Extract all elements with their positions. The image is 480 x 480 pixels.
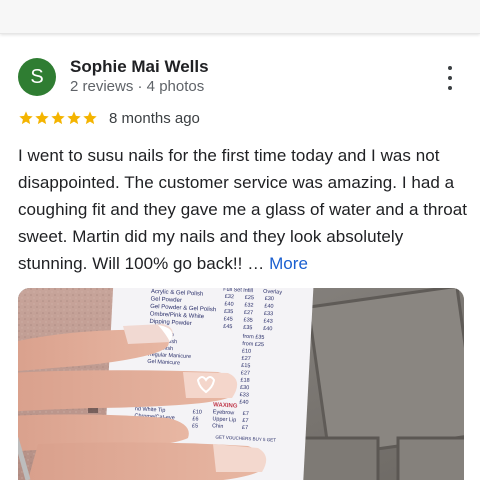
floor-tile (396, 436, 464, 480)
star-icon (67, 111, 81, 125)
menu-price: £40 (263, 326, 272, 332)
star-icon (51, 111, 65, 125)
more-link[interactable]: More (269, 254, 308, 273)
nail (183, 372, 238, 398)
menu-price: £27 (244, 310, 253, 316)
reviewer-name[interactable]: Sophie Mai Wells (70, 57, 209, 77)
menu-dot (448, 66, 452, 70)
waxing-item: Upper Lip (212, 416, 236, 423)
menu-price: £35 (243, 317, 252, 323)
more-options-icon[interactable] (442, 66, 458, 90)
menu-price: £32 (225, 294, 234, 300)
menu-price: £27 (241, 356, 250, 362)
menu-price: £15 (241, 363, 250, 369)
menu-price: £40 (239, 399, 248, 405)
review-text: I went to susu nails for the first time … (18, 142, 468, 277)
review-photo[interactable]: Acrylic & Gel Polish Gel Powder Gel Powder… (18, 288, 464, 480)
waxing-price: £7 (243, 411, 249, 417)
review-time: 8 months ago (109, 109, 200, 127)
menu-price: from £35 (243, 334, 265, 341)
waxing-price: £7 (242, 418, 248, 424)
menu-column-header: Full Set (223, 288, 242, 294)
star-icon (83, 111, 97, 125)
menu-price: £40 (224, 301, 233, 307)
menu-dot (448, 76, 452, 80)
waxing-item: Eyebrow (213, 409, 235, 416)
star-icon (35, 111, 49, 125)
menu-price: £40 (264, 303, 273, 309)
menu-price: £32 (244, 302, 253, 308)
menu-price: £30 (240, 385, 249, 391)
menu-price: £25 (245, 295, 254, 301)
menu-column-header: Infill (243, 288, 253, 294)
star-rating (18, 110, 98, 126)
menu-price: £27 (241, 370, 250, 376)
menu-price: £10 (242, 348, 251, 354)
review-body: I went to susu nails for the first time … (18, 146, 468, 273)
menu-price: £6 (192, 416, 198, 422)
menu-price: £18 (240, 377, 249, 383)
rating-row: 8 months ago (18, 107, 200, 129)
menu-dot (448, 86, 452, 90)
menu-price: from £25 (242, 341, 264, 348)
reviewer-stats: 2 reviews · 4 photos (70, 78, 205, 95)
menu-price: £30 (265, 296, 274, 302)
waxing-item: Chin (212, 423, 224, 430)
menu-price: £5 (192, 423, 198, 429)
waxing-price: £7 (242, 425, 248, 431)
menu-price: £45 (223, 324, 232, 330)
menu-price: £35 (224, 309, 233, 315)
star-icon (19, 111, 33, 125)
floor-tile (306, 288, 464, 458)
menu-column-header: Overlay (263, 289, 282, 296)
photo-scene: Acrylic & Gel PolishGel PowderGel Powder… (18, 288, 464, 480)
nail (213, 444, 267, 472)
menu-price: £45 (223, 316, 232, 322)
menu-price: £35 (243, 325, 252, 331)
menu-price: £43 (263, 318, 272, 324)
menu-price: £33 (240, 392, 249, 398)
previous-card-edge (0, 0, 480, 34)
menu-price: £33 (264, 311, 273, 317)
avatar[interactable]: S (18, 58, 56, 96)
menu-price: £10 (193, 409, 202, 415)
reviewer-header: S Sophie Mai Wells 2 reviews · 4 photos (18, 57, 462, 98)
